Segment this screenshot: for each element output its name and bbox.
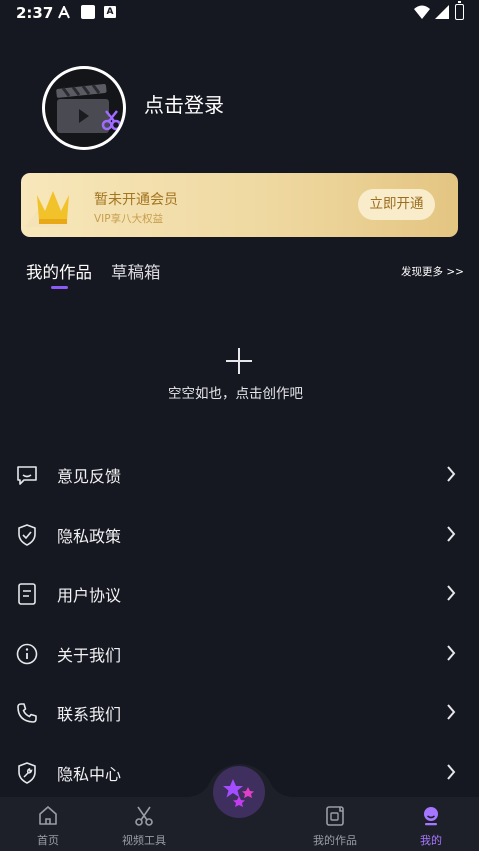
menu-item-feedback[interactable]: 意见反馈 xyxy=(0,450,479,500)
chevron-right-icon xyxy=(447,764,456,780)
info-icon xyxy=(16,643,38,665)
status-time: 2:37 xyxy=(16,4,54,22)
nav-my-works[interactable]: 我的作品 xyxy=(287,797,383,851)
scissors-icon xyxy=(135,806,153,826)
menu-item-user-agreement[interactable]: 用户协议 xyxy=(0,569,479,619)
menu-item-privacy-policy[interactable]: 隐私政策 xyxy=(0,510,479,560)
chevron-right-icon xyxy=(447,585,456,601)
home-icon xyxy=(39,806,57,825)
nav-mine[interactable]: 我的 xyxy=(383,797,479,851)
activate-vip-button[interactable]: 立即开通 xyxy=(358,189,435,220)
tab-drafts[interactable]: 草稿箱 xyxy=(111,259,161,283)
chevron-right-icon xyxy=(447,704,456,720)
shield-check-icon xyxy=(18,524,36,546)
menu-label: 联系我们 xyxy=(57,705,122,724)
vip-banner[interactable]: 暂未开通会员 VIP享八大权益 立即开通 xyxy=(21,173,458,237)
video-file-icon xyxy=(326,806,344,826)
wifi-icon xyxy=(414,5,430,19)
status-bar: 2:37 A xyxy=(0,0,479,26)
feedback-icon xyxy=(17,466,37,485)
vip-title: 暂未开通会员 xyxy=(94,192,178,208)
nav-label: 我的作品 xyxy=(313,834,357,847)
nav-video-tools[interactable]: 视频工具 xyxy=(96,797,192,851)
battery-icon xyxy=(455,1,464,20)
chevron-right-icon xyxy=(447,645,456,661)
empty-state-text: 空空如也，点击创作吧 xyxy=(168,386,303,402)
nav-home[interactable]: 首页 xyxy=(0,797,96,851)
login-button[interactable]: 点击登录 xyxy=(144,89,224,118)
chevron-right-icon xyxy=(447,526,456,542)
menu-label: 隐私中心 xyxy=(57,765,122,784)
shield-wrench-icon xyxy=(18,762,36,784)
plus-icon[interactable] xyxy=(226,348,252,374)
menu-label: 隐私政策 xyxy=(57,527,122,546)
avatar[interactable] xyxy=(42,66,126,150)
nav-label: 我的 xyxy=(420,834,442,847)
tab-indicator xyxy=(51,286,68,289)
crown-icon xyxy=(25,191,69,227)
discover-more-link[interactable]: 发现更多 >> xyxy=(401,264,464,279)
menu-label: 关于我们 xyxy=(57,646,122,665)
tab-my-works[interactable]: 我的作品 xyxy=(26,259,92,283)
menu-label: 意见反馈 xyxy=(57,467,122,486)
user-icon xyxy=(424,807,438,826)
a-box-icon: A xyxy=(104,6,116,18)
vip-subtitle: VIP享八大权益 xyxy=(94,213,164,225)
clapperboard-scissors-icon xyxy=(56,84,122,133)
a-logo-icon xyxy=(58,6,70,19)
stars-create-icon xyxy=(223,779,254,807)
menu-item-about-us[interactable]: 关于我们 xyxy=(0,629,479,679)
phone-icon xyxy=(17,703,37,723)
menu-item-contact-us[interactable]: 联系我们 xyxy=(0,688,479,738)
chevron-right-icon xyxy=(447,466,456,482)
nav-label: 视频工具 xyxy=(122,834,166,847)
nav-label: 首页 xyxy=(37,834,59,847)
document-icon xyxy=(18,583,36,605)
create-button[interactable] xyxy=(213,766,265,818)
signal-icon xyxy=(435,5,449,19)
menu-label: 用户协议 xyxy=(57,586,122,605)
square-notification-icon xyxy=(81,5,95,19)
